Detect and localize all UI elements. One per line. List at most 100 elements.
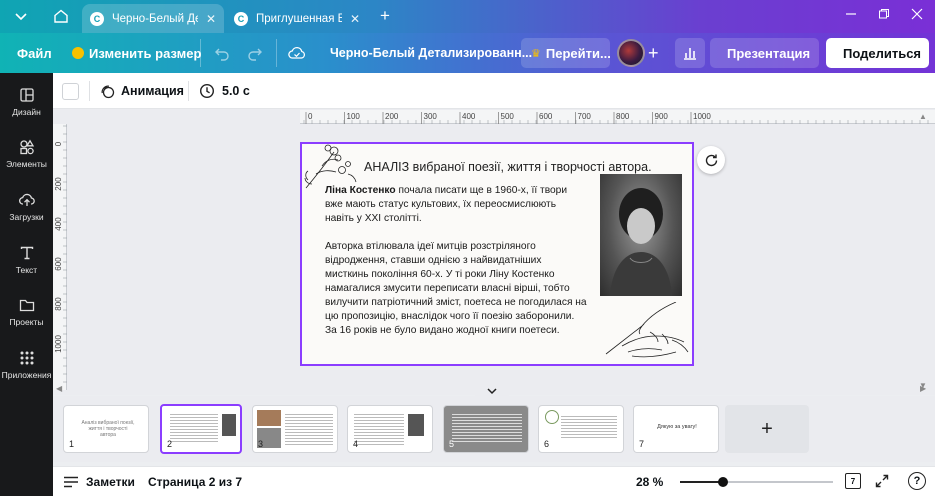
minimize-icon[interactable] — [845, 8, 857, 23]
author-portrait-photo[interactable] — [600, 174, 682, 296]
zoom-value[interactable]: 28 % — [636, 475, 663, 489]
page-number: 1 — [69, 439, 75, 449]
rail-label: Проекты — [9, 317, 44, 327]
upgrade-button[interactable]: ♛ Перейти... — [521, 38, 611, 68]
restore-icon[interactable] — [878, 8, 890, 23]
present-label: Презентация — [727, 45, 811, 61]
page-thumbnail-selected[interactable]: 2 — [160, 404, 242, 454]
present-button[interactable]: Презентация — [710, 38, 819, 68]
rail-label: Текст — [15, 265, 38, 275]
insights-button[interactable] — [675, 38, 705, 68]
chevron-down-icon — [487, 388, 497, 395]
close-tab-icon[interactable]: ✕ — [350, 12, 360, 26]
notes-button[interactable]: Заметки — [63, 475, 135, 489]
slide-title[interactable]: АНАЛІЗ вибраної поезії, життя і творчост… — [364, 160, 652, 174]
invite-plus-icon[interactable]: + — [648, 33, 659, 73]
rail-label: Элементы — [6, 159, 47, 169]
document-title[interactable]: Черно-Белый Детализированн... — [330, 33, 532, 73]
page-thumbnail[interactable]: 3 — [252, 405, 338, 453]
crown-icon — [72, 47, 84, 59]
redo-icon[interactable] — [247, 33, 263, 73]
scroll-left-icon[interactable]: ◀ — [56, 384, 62, 393]
rail-item-apps[interactable]: Приложения — [0, 350, 53, 380]
undo-icon[interactable] — [214, 33, 230, 73]
ruler-label: 800 — [616, 112, 630, 121]
thumbnail-sketch — [545, 410, 559, 424]
elements-icon — [19, 139, 34, 155]
animation-button[interactable]: Анимация — [99, 83, 184, 99]
add-page-button[interactable]: + — [725, 405, 809, 453]
rail-item-elements[interactable]: Элементы — [0, 139, 53, 169]
page-number: 5 — [449, 439, 455, 449]
crown-icon: ♛ — [531, 47, 541, 60]
pages-count: 7 — [850, 476, 856, 486]
left-ruler: 0 200 400 600 800 1000 — [53, 124, 67, 390]
ruler-label: 0 — [308, 112, 313, 121]
thumbnail-caption: Дякую за увагу! — [657, 424, 697, 430]
avatar[interactable] — [617, 39, 645, 67]
browser-tab[interactable]: C Приглушенная Бежевая ✕ — [226, 4, 368, 33]
cloud-sync-icon[interactable] — [288, 33, 306, 73]
animation-icon — [101, 85, 115, 99]
slide-paragraph-2[interactable]: Авторка втілювала ідеї митців розстрілян… — [325, 240, 587, 338]
close-tab-icon[interactable]: ✕ — [206, 12, 216, 26]
share-button[interactable]: Поделиться — [826, 38, 929, 68]
background-color-swatch[interactable] — [62, 83, 79, 100]
ruler-label: 200 — [385, 112, 399, 121]
page-thumbnail[interactable]: 4 — [347, 405, 433, 453]
chevron-down-icon[interactable] — [14, 10, 28, 24]
ruler-label: 400 — [54, 217, 63, 231]
rail-item-design[interactable]: Дизайн — [0, 87, 53, 117]
rail-label: Приложения — [1, 370, 52, 380]
rail-item-projects[interactable]: Проекты — [0, 297, 53, 327]
scroll-up-icon[interactable]: ▲ — [919, 112, 927, 121]
pages-grid-button[interactable]: 7 — [845, 473, 861, 489]
zoom-slider[interactable] — [680, 477, 833, 487]
home-icon[interactable] — [53, 8, 69, 24]
top-ruler-ticks: 0 100 200 300 400 500 600 700 800 900 1000 — [303, 112, 929, 124]
new-tab-button[interactable]: + — [380, 6, 390, 26]
layout-icon — [19, 88, 34, 102]
rail-item-text[interactable]: Текст — [0, 245, 53, 275]
portrait-silhouette — [610, 188, 672, 296]
rail-item-uploads[interactable]: Загрузки — [0, 192, 53, 222]
ruler-label: 800 — [54, 297, 63, 311]
page-thumbnail[interactable]: 5 — [443, 405, 529, 453]
canva-favicon-icon: C — [234, 11, 248, 26]
page-number: 2 — [167, 439, 173, 449]
slide-paragraph-1[interactable]: Ліна Костенко почала писати ще в 1960-х,… — [325, 184, 587, 226]
close-window-icon[interactable] — [911, 8, 923, 23]
resize-label: Изменить размер — [89, 45, 202, 61]
file-menu-button[interactable]: Файл — [17, 33, 52, 73]
ruler-label: 500 — [501, 112, 515, 121]
divider — [89, 81, 90, 101]
page-number: 3 — [258, 439, 264, 449]
refresh-suggestion-button[interactable] — [697, 146, 725, 174]
text-icon — [20, 246, 33, 260]
help-button[interactable]: ? — [908, 472, 926, 490]
page-indicator[interactable]: Страница 2 из 7 — [148, 475, 242, 489]
divider — [276, 39, 277, 67]
thumbnail-caption: Аналіз вибраної поезії, життя і творчост… — [81, 420, 135, 438]
fullscreen-icon[interactable] — [875, 474, 889, 491]
scroll-right-icon[interactable]: ▶ — [920, 384, 926, 393]
duration-button[interactable]: 5.0 с — [199, 83, 250, 99]
page-number: 7 — [639, 439, 645, 449]
zoom-slider-knob[interactable] — [718, 477, 728, 487]
plus-icon: + — [761, 417, 773, 440]
page-thumbnail[interactable]: Дякую за увагу! 7 — [633, 405, 719, 453]
author-name: Ліна Костенко — [325, 185, 396, 196]
context-toolbar: Анимация 5.0 с — [53, 73, 935, 109]
browser-tab-active[interactable]: C Черно-Белый Детализированн ✕ — [82, 4, 224, 33]
rail-label: Дизайн — [12, 107, 41, 117]
page-number: 4 — [353, 439, 359, 449]
page-thumbnail[interactable]: 6 — [538, 405, 624, 453]
slide-page[interactable]: АНАЛІЗ вибраної поезії, життя і творчост… — [300, 142, 694, 366]
bar-chart-icon — [684, 48, 696, 60]
zoom-slider-fill — [680, 481, 723, 483]
page-thumbnail[interactable]: Аналіз вибраної поезії, життя і творчост… — [63, 405, 149, 453]
notes-icon — [64, 476, 78, 488]
canva-favicon-icon: C — [90, 11, 104, 26]
resize-button[interactable]: Изменить размер — [72, 33, 201, 73]
apps-icon — [20, 351, 33, 365]
